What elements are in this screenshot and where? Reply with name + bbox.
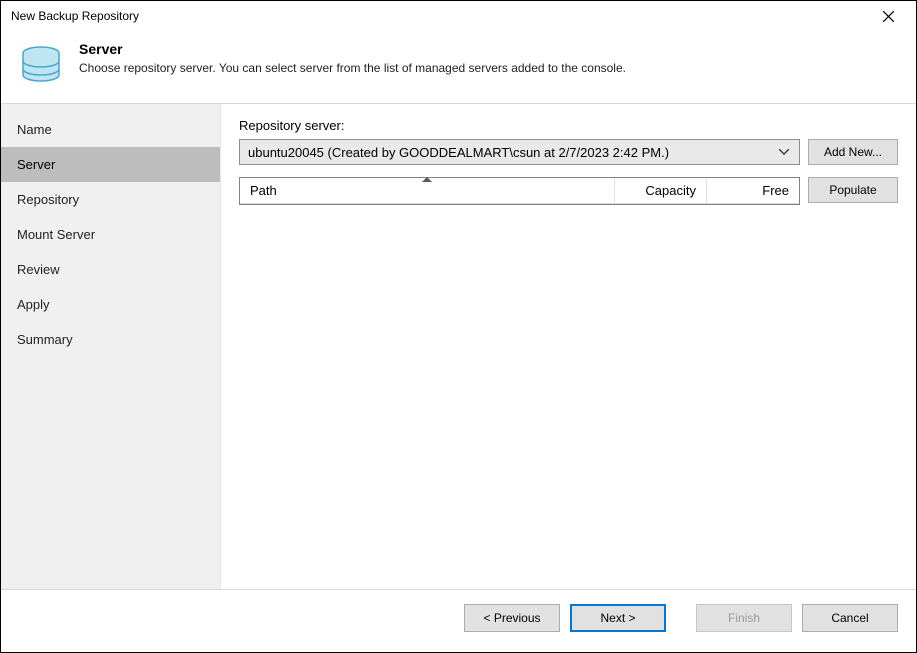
cancel-button[interactable]: Cancel: [802, 604, 898, 632]
wizard-header: Server Choose repository server. You can…: [1, 31, 916, 104]
sidebar-item-mount-server[interactable]: Mount Server: [1, 217, 220, 252]
close-icon: [883, 11, 894, 22]
repository-icon: [17, 41, 65, 89]
repository-server-select[interactable]: ubuntu20045 (Created by GOODDEALMART\csu…: [239, 139, 800, 165]
sidebar-item-apply[interactable]: Apply: [1, 287, 220, 322]
select-value: ubuntu20045 (Created by GOODDEALMART\csu…: [248, 145, 669, 160]
column-capacity[interactable]: Capacity: [615, 178, 707, 203]
server-field-label: Repository server:: [239, 118, 898, 133]
sidebar-item-review[interactable]: Review: [1, 252, 220, 287]
sort-asc-icon: [422, 177, 432, 182]
close-button[interactable]: [868, 2, 908, 30]
page-description: Choose repository server. You can select…: [79, 61, 626, 75]
page-heading: Server: [79, 41, 626, 57]
wizard-steps-sidebar: Name Server Repository Mount Server Revi…: [1, 104, 221, 589]
table-header: Path Capacity Free: [240, 178, 799, 204]
previous-button[interactable]: < Previous: [464, 604, 560, 632]
wizard-footer: < Previous Next > Finish Cancel: [1, 589, 916, 645]
window-title: New Backup Repository: [11, 9, 139, 23]
finish-button: Finish: [696, 604, 792, 632]
paths-table: Path Capacity Free: [239, 177, 800, 205]
chevron-down-icon: [775, 140, 793, 164]
main-content: Repository server: ubuntu20045 (Created …: [221, 104, 916, 589]
add-new-button[interactable]: Add New...: [808, 139, 898, 165]
titlebar: New Backup Repository: [1, 1, 916, 31]
sidebar-item-server[interactable]: Server: [1, 147, 220, 182]
next-button[interactable]: Next >: [570, 604, 666, 632]
populate-button[interactable]: Populate: [808, 177, 898, 203]
column-free[interactable]: Free: [707, 178, 799, 203]
sidebar-item-repository[interactable]: Repository: [1, 182, 220, 217]
sidebar-item-name[interactable]: Name: [1, 112, 220, 147]
sidebar-item-summary[interactable]: Summary: [1, 322, 220, 357]
column-path[interactable]: Path: [240, 178, 615, 203]
